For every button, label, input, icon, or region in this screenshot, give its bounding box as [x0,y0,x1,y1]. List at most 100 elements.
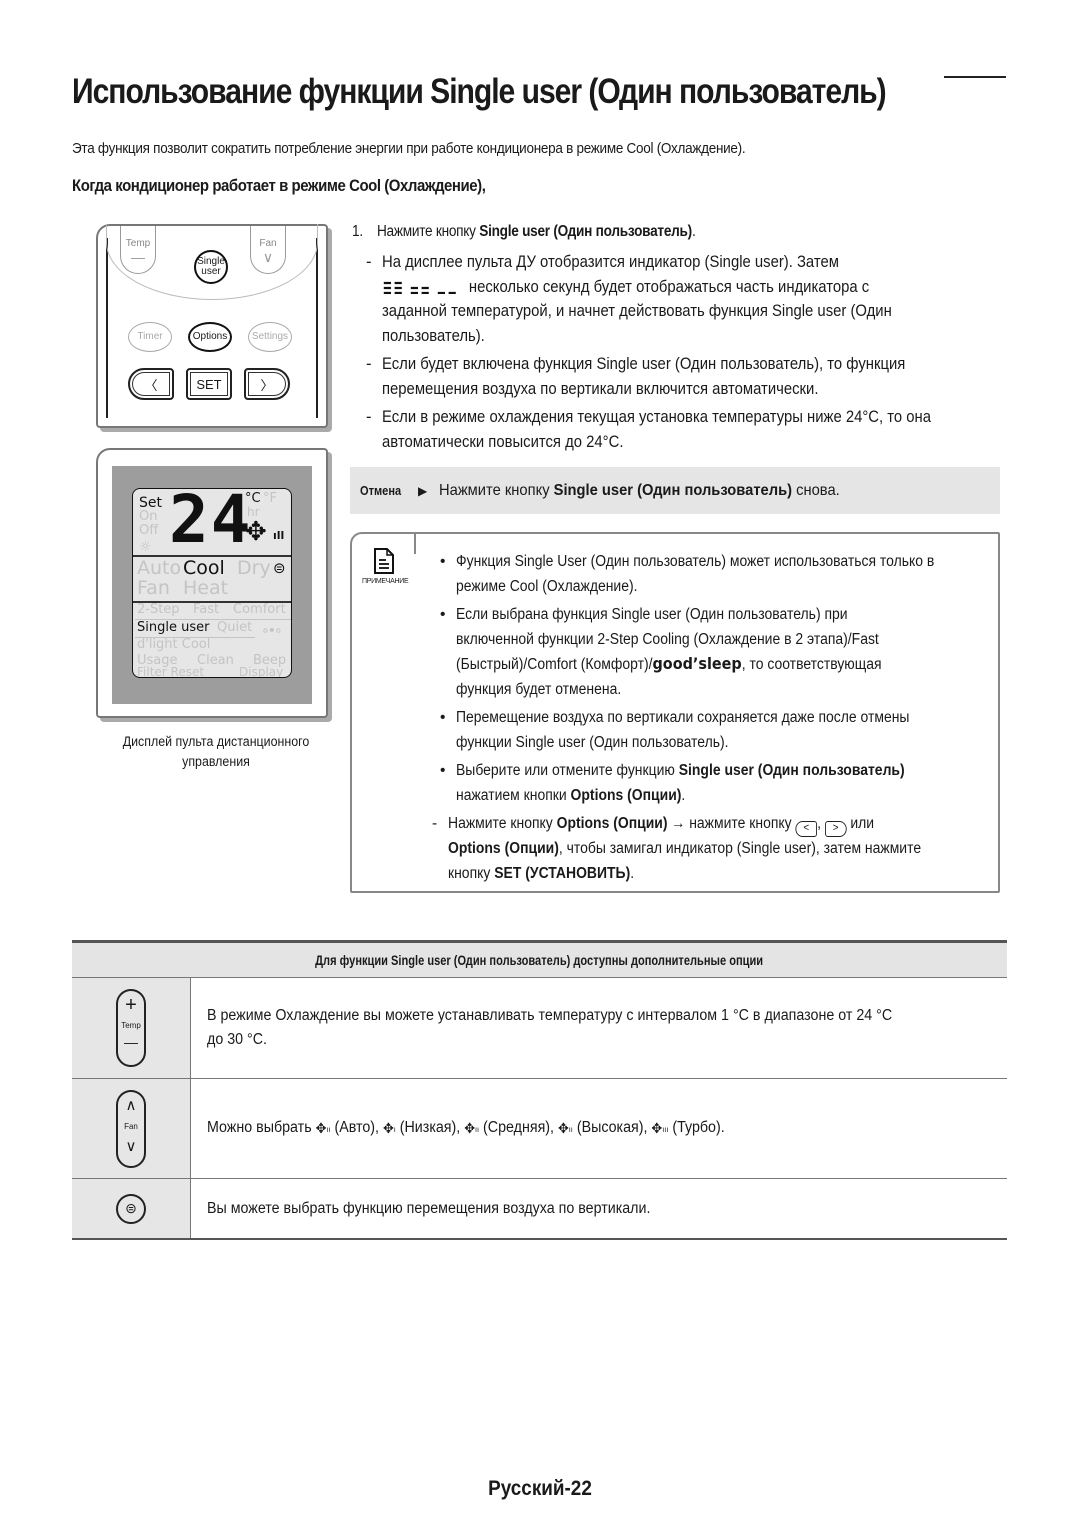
temp-key: Temp — [120,226,156,274]
step-text: Нажмите кнопку [376,223,480,240]
chevron-up-icon: ∧ [125,1096,137,1114]
key-label: Fan [124,1121,138,1131]
sub-text: кнопку [448,864,495,882]
cancel-text: Нажмите кнопку Single user (Один пользов… [439,482,840,500]
table-icon-cell: ⊜ [72,1179,191,1238]
sub-bold: Options (Опции) [556,815,668,832]
sub-bold: Options (Опции) [448,840,559,857]
dash-marker: - [366,408,372,426]
bullet-dot: • [440,709,446,726]
bullet-dot: • [440,762,446,779]
bullet-text: (Быстрый)/Comfort (Комфорт)/ [456,656,653,673]
detail-text: перемещения воздуха по вертикали включит… [382,379,819,398]
lcd-mode-heat: Heat [183,577,229,599]
page-title: Использование функции Single user (Один … [72,72,887,111]
bullet-bold: Single user (Один пользователь) [678,762,905,779]
fan-speed-label: (Низкая), [395,1118,465,1136]
sub-bold: SET (УСТАНОВИТЬ) [494,864,631,882]
fan-speed-icon: ✥ [464,1119,475,1136]
left-key: 〈 [128,368,174,400]
remote-edge-left [106,238,108,418]
play-arrow-icon: ▶ [418,483,428,498]
lcd-off: Off [139,523,159,538]
goodsleep-brand: good’sleep [652,654,742,673]
fan-speed-icon: ✥ [382,1119,394,1136]
lcd-mode-auto: Auto [137,557,182,579]
fan-button-icon: ∧ Fan ∨ [116,1089,146,1168]
detail-text: Если будет включена функция Single user … [382,355,906,373]
bullet-text: включенной функции 2-Step Cooling (Охлаж… [456,630,879,648]
fan-speed-label: (Турбо). [668,1118,725,1136]
sub-text: , чтобы замигал индикатор (Single user),… [558,840,922,857]
detail-item: - Если будет включена функция Single use… [366,352,1006,401]
dash-marker: - [432,815,438,832]
lcd-opt-filter-reset: Filter Reset [137,665,205,678]
page-number: Русский-22 [488,1477,592,1500]
cancel-text-post: снова. [792,481,840,499]
note-bullet: • Функция Single User (Один пользователь… [440,550,1060,599]
remote-control-illustration: Temp — Fan ∨ Single user Timer Options Se… [96,224,328,428]
left-key-icon: < [795,821,818,837]
fan-speed-icon: ✥ [651,1119,663,1136]
detail-text: На дисплее пульта ДУ отобразится индикат… [382,253,839,271]
sub-text: → нажмите кнопку [667,815,796,832]
cancel-instruction: Отмена ▶ Нажмите кнопку Single user (Оди… [350,467,1000,514]
fan-speed-label: (Авто), [330,1118,383,1136]
caption-line: управления [182,754,250,769]
table-text-cell: Можно выбрать ✥ıı (Авто), ✥ı (Низкая), ✥… [191,1079,1007,1178]
detail-item: - На дисплее пульта ДУ отобразится индик… [366,250,1006,348]
row-text: В режиме Охлаждение вы можете устанавлив… [207,1007,893,1024]
note-bullet: • Перемещение воздуха по вертикали сохра… [440,706,1060,755]
lcd-temperature: 24 [169,488,253,558]
chevron-down-icon: ∨ [125,1137,137,1155]
sub-text: . [630,864,635,882]
lcd-mode-cool: Cool [183,557,225,579]
step-1: 1. Нажмите кнопку Single user (Один поль… [352,220,742,245]
lcd-opt-quiet: Quiet [217,620,253,635]
bullet-text: функция будет отменена. [456,680,622,698]
row-text: Вы можете выбрать функцию перемещения во… [207,1199,651,1217]
lcd-frame: Set On Off ☼ 24 °C °F hr ✥ ıll Auto Cool… [112,466,312,704]
bullet-text: , то соответствующая [741,656,882,673]
dash-marker: - [366,355,372,373]
detail-text: Если в режиме охлаждения текущая установ… [382,408,932,426]
fan-key-label: Fan [259,238,277,249]
row-text: до 30 °C. [207,1031,268,1048]
table-row: ∧ Fan ∨ Можно выбрать ✥ıı (Авто), ✥ı (Ни… [72,1079,1007,1179]
table-text-cell: Вы можете выбрать функцию перемещения во… [191,1179,1007,1238]
segment-indicator-icon [383,281,456,294]
single-user-key: Single user [194,250,228,284]
lcd-opt-display: Display [239,665,284,678]
minus-icon: — [124,1034,138,1050]
intro-text: Эта функция позволит сократить потреблен… [72,140,746,157]
bullet-dot: • [440,553,446,570]
chevron-right-icon: 〉 [260,377,274,393]
table-text-cell: В режиме Охлаждение вы можете устанавлив… [191,978,1007,1078]
options-table: Для функции Single user (Один пользовате… [72,940,1007,1240]
note-label: ПРИМЕЧАНИЕ [362,578,409,585]
note-document-icon [374,548,394,574]
bullet-text: . [681,786,686,804]
table-icon-cell: ∧ Fan ∨ [72,1079,191,1178]
right-key-icon: > [824,821,847,837]
bullet-text: нажатием кнопки [456,786,571,804]
detail-text: несколько секунд будет отображаться част… [464,277,870,296]
bullet-text: Перемещение воздуха по вертикали сохраня… [456,709,910,726]
lcd-opt-2step: 2-Step [137,602,180,617]
bullet-dot: • [440,606,446,623]
lcd-opt-fast: Fast [193,602,220,617]
sub-text: или [846,815,875,832]
cancel-text-pre: Нажмите кнопку [439,481,554,499]
lcd-mode-fan: Fan [137,577,170,599]
lcd-opt-dlight: d'light Cool [137,637,211,652]
step-number: 1. [352,223,363,240]
air-swing-button-icon: ⊜ [116,1193,146,1224]
loading-dots-icon: ∘•∘ [261,623,283,639]
step-1-details: - На дисплее пульта ДУ отобразится индик… [366,250,1006,458]
lcd-fahrenheit: °F [263,491,277,506]
bullet-text: режиме Cool (Охлаждение). [456,577,638,595]
settings-key: Settings [248,322,292,352]
temp-key-label: Temp [125,238,151,249]
fan-speed-label: (Средняя), [479,1118,558,1136]
settings-key-label: Settings [251,331,289,342]
